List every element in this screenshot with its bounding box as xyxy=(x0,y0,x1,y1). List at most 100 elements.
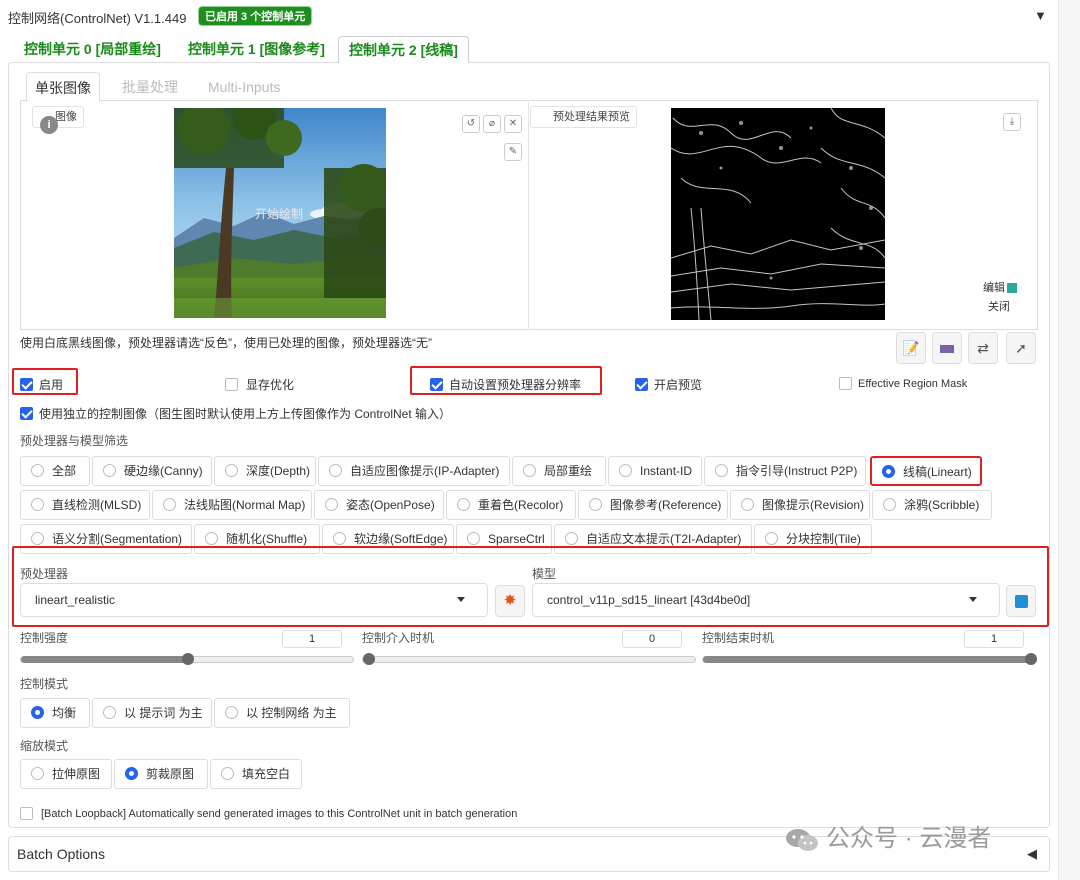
radio-icon xyxy=(457,498,470,512)
control-mode-prompt[interactable]: 以 提示词 为主 xyxy=(92,698,212,728)
effective-region-mask-checkbox[interactable]: Effective Region Mask xyxy=(839,377,967,390)
tab-unit-2[interactable]: 控制单元 2 [线稿] xyxy=(338,36,469,63)
filter-inpaint[interactable]: 局部重绘 xyxy=(512,456,606,486)
scrollbar[interactable] xyxy=(1058,0,1080,880)
filter-all-label: 全部 xyxy=(52,464,77,478)
control-mode-balanced[interactable]: 均衡 xyxy=(20,698,90,728)
filter-tile-label: 分块控制(Tile) xyxy=(786,532,861,546)
preprocessor-select[interactable]: lineart_realistic xyxy=(20,583,488,617)
tab-unit-0[interactable]: 控制单元 0 [局部重绘] xyxy=(14,36,171,63)
hint-text: 使用白底黑线图像，预处理器请选“反色”，使用已处理的图像，预处理器选“无” xyxy=(20,336,432,350)
eraser-icon[interactable]: ⌀ xyxy=(483,115,501,133)
filter-canny[interactable]: 硬边缘(Canny) xyxy=(92,456,212,486)
low-vram-check[interactable] xyxy=(225,378,238,391)
filter-depth[interactable]: 深度(Depth) xyxy=(214,456,316,486)
separate-image-checkbox[interactable]: 使用独立的控制图像（图生图时默认使用上方上传图像作为 ControlNet 输入… xyxy=(20,405,451,422)
filter-reference-label: 图像参考(Reference) xyxy=(610,498,722,512)
filter-ip-adapter[interactable]: 自适应图像提示(IP-Adapter) xyxy=(318,456,510,486)
filter-scribble[interactable]: 涂鸦(Scribble) xyxy=(872,490,992,520)
batch-loopback-checkbox[interactable]: [Batch Loopback] Automatically send gene… xyxy=(20,807,517,820)
filter-openpose-label: 姿态(OpenPose) xyxy=(346,498,435,512)
model-select[interactable]: control_v11p_sd15_lineart [43d4be0d] xyxy=(532,583,1000,617)
run-preprocessor-button[interactable]: ✸ xyxy=(495,585,525,617)
collapse-icon[interactable]: ▼ xyxy=(1034,8,1047,23)
refresh-models-button[interactable] xyxy=(1006,585,1036,617)
radio-icon xyxy=(715,464,728,478)
filter-all[interactable]: 全部 xyxy=(20,456,90,486)
controlnet-title: 控制网络(ControlNet) V1.1.449 xyxy=(8,11,187,26)
low-vram-checkbox[interactable]: 显存优化 xyxy=(225,376,294,393)
tab-batch[interactable]: 批量处理 xyxy=(114,72,186,102)
filter-revision[interactable]: 图像提示(Revision) xyxy=(730,490,870,520)
swap-size-button[interactable]: ⇄ xyxy=(968,332,998,364)
radio-icon xyxy=(333,532,346,546)
preprocessor-label: 预处理器 xyxy=(20,567,69,581)
filter-normal-map[interactable]: 法线贴图(Normal Map) xyxy=(152,490,312,520)
filter-recolor-label: 重着色(Recolor) xyxy=(478,498,564,512)
preview-image xyxy=(671,108,885,320)
control-weight-input[interactable]: 1 xyxy=(282,630,342,648)
radio-icon xyxy=(103,706,116,720)
close-icon[interactable]: ✕ xyxy=(504,115,522,133)
tab-single-image[interactable]: 单张图像 xyxy=(26,72,100,102)
chevron-down-icon xyxy=(457,597,465,602)
pixel-perfect-checkbox[interactable]: 自动设置预处理器分辨率 xyxy=(430,376,581,393)
webcam-button[interactable] xyxy=(932,332,962,364)
control-mode-controlnet[interactable]: 以 控制网络 为主 xyxy=(214,698,350,728)
control-weight-slider[interactable] xyxy=(20,653,354,665)
allow-preview-checkbox[interactable]: 开启预览 xyxy=(635,376,702,393)
tab-multi-inputs[interactable]: Multi-Inputs xyxy=(200,72,288,102)
guidance-end-input[interactable]: 1 xyxy=(964,630,1024,648)
slider-thumb[interactable] xyxy=(182,653,194,665)
refresh-icon xyxy=(1014,595,1028,609)
guidance-end-label: 控制结束时机 xyxy=(702,631,775,645)
filter-label: 预处理器与模型筛选 xyxy=(20,434,129,448)
slider-thumb[interactable] xyxy=(1025,653,1037,665)
filter-recolor[interactable]: 重着色(Recolor) xyxy=(446,490,576,520)
filter-openpose[interactable]: 姿态(OpenPose) xyxy=(314,490,444,520)
guidance-end-slider[interactable] xyxy=(702,653,1037,665)
separate-image-label: 使用独立的控制图像（图生图时默认使用上方上传图像作为 ControlNet 输入… xyxy=(39,407,452,421)
resize-mode-stretch[interactable]: 拉伸原图 xyxy=(20,759,112,789)
expand-icon[interactable]: ◀ xyxy=(1027,846,1037,862)
radio-selected-icon xyxy=(31,706,44,720)
filter-lineart[interactable]: 线稿(Lineart) xyxy=(870,456,982,486)
edit-button[interactable]: 编辑 xyxy=(981,279,1019,295)
radio-icon xyxy=(225,464,238,478)
send-dimensions-button[interactable]: ➚ xyxy=(1006,332,1036,364)
effective-region-mask-check[interactable] xyxy=(839,377,852,390)
explosion-icon: ✸ xyxy=(503,592,517,609)
enable-checkbox[interactable]: 启用 xyxy=(20,376,63,393)
tab-unit-1[interactable]: 控制单元 1 [图像参考] xyxy=(178,36,335,63)
batch-loopback-check[interactable] xyxy=(20,807,33,820)
image-divider xyxy=(528,100,529,330)
guidance-start-input[interactable]: 0 xyxy=(622,630,682,648)
filter-reference[interactable]: 图像参考(Reference) xyxy=(578,490,728,520)
resize-mode-label: 缩放模式 xyxy=(20,739,69,753)
undo-icon[interactable]: ↺ xyxy=(462,115,480,133)
radio-icon xyxy=(31,532,44,546)
allow-preview-check[interactable] xyxy=(635,378,648,391)
resize-mode-fill[interactable]: 填充空白 xyxy=(210,759,302,789)
radio-icon xyxy=(329,464,342,478)
separate-image-check[interactable] xyxy=(20,407,33,420)
brush-icon[interactable]: ✎ xyxy=(504,143,522,161)
enable-label: 启用 xyxy=(39,378,64,392)
pixel-perfect-check[interactable] xyxy=(430,378,443,391)
resize-mode-crop[interactable]: 剪裁原图 xyxy=(114,759,208,789)
slider-thumb[interactable] xyxy=(363,653,375,665)
guidance-start-slider[interactable] xyxy=(362,653,696,665)
filter-segmentation-label: 语义分割(Segmentation) xyxy=(52,532,183,546)
filter-sparsectrl-label: SparseCtrl xyxy=(488,532,545,546)
filter-instant-id[interactable]: Instant-ID xyxy=(608,456,702,486)
enable-check[interactable] xyxy=(20,378,33,391)
filter-mlsd[interactable]: 直线检测(MLSD) xyxy=(20,490,150,520)
filter-t2i-adapter-label: 自适应文本提示(T2I-Adapter) xyxy=(586,532,742,546)
filter-instruct-p2p[interactable]: 指令引导(Instruct P2P) xyxy=(704,456,866,486)
filter-inpaint-label: 局部重绘 xyxy=(544,464,593,478)
download-icon[interactable]: ⤓ xyxy=(1003,113,1021,131)
filter-depth-label: 深度(Depth) xyxy=(246,464,311,478)
create-canvas-button[interactable]: 📝 xyxy=(896,332,926,364)
close-preview-button[interactable]: 关闭 xyxy=(986,298,1012,314)
filter-mlsd-label: 直线检测(MLSD) xyxy=(52,498,142,512)
